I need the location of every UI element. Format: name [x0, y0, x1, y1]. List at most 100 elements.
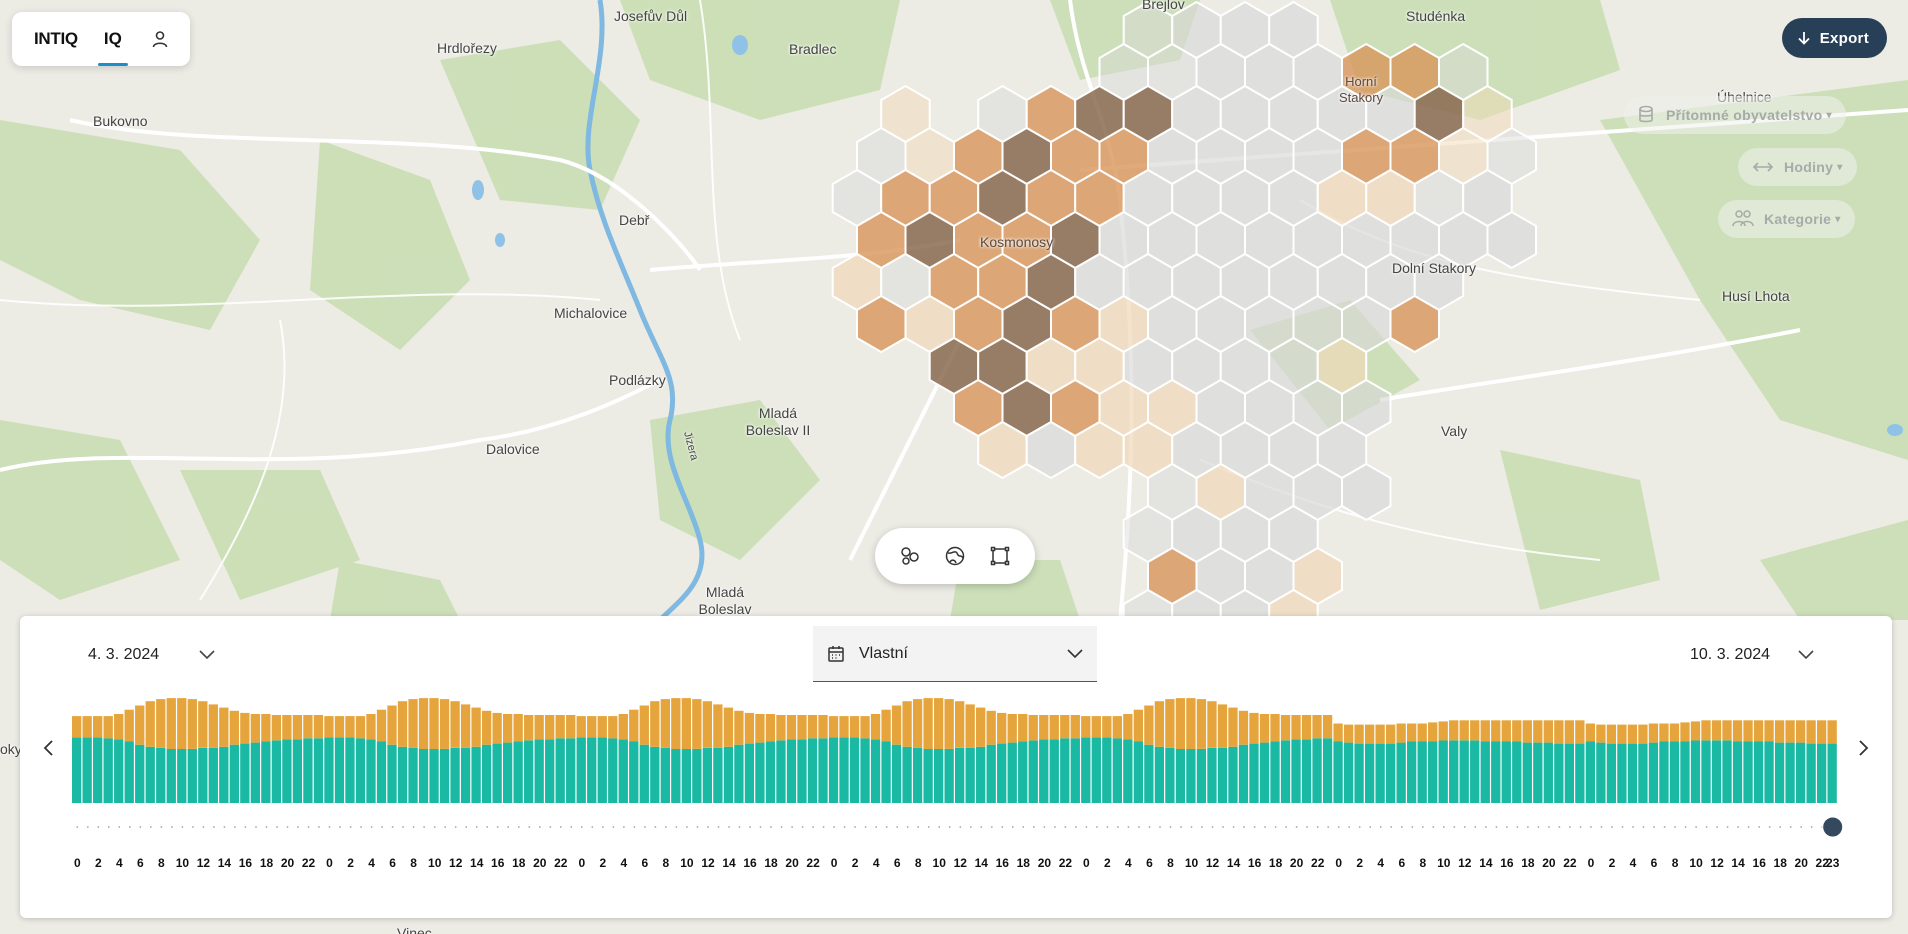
chart-bar-base[interactable] — [1396, 742, 1406, 803]
chart-bar-top[interactable] — [156, 699, 166, 748]
chart-bar-base[interactable] — [345, 737, 355, 803]
chart-bar-top[interactable] — [1060, 715, 1070, 739]
chart-bar-base[interactable] — [1732, 741, 1743, 804]
chart-bar-top[interactable] — [923, 698, 933, 749]
chart-bar-top[interactable] — [1039, 715, 1049, 740]
chart-bar-base[interactable] — [1249, 743, 1259, 803]
chart-bar-top[interactable] — [1018, 714, 1028, 742]
chart-bar-top[interactable] — [955, 701, 965, 748]
chart-bar-top[interactable] — [240, 712, 250, 744]
export-button[interactable]: Export — [1781, 18, 1887, 58]
chart-bar-top[interactable] — [124, 709, 134, 742]
chart-bar-base[interactable] — [1669, 741, 1680, 804]
chart-bar-top[interactable] — [103, 716, 113, 739]
chart-bar-base[interactable] — [1238, 744, 1249, 803]
chart-bar-top[interactable] — [576, 716, 586, 738]
chart-bar-top[interactable] — [555, 715, 565, 739]
chart-bar-base[interactable] — [1522, 742, 1532, 803]
chart-bar-base[interactable] — [1491, 741, 1501, 804]
chart-bar-top[interactable] — [145, 701, 155, 747]
chart-bar-base[interactable] — [1701, 740, 1711, 804]
chart-bar-base[interactable] — [534, 739, 544, 803]
chart-bar-base[interactable] — [955, 747, 965, 803]
chart-bar-base[interactable] — [1186, 748, 1196, 803]
chart-bar-top[interactable] — [1470, 720, 1480, 741]
chart-bar-base[interactable] — [240, 743, 250, 803]
chart-bar-base[interactable] — [1585, 741, 1596, 804]
chart-bar-top[interactable] — [1228, 707, 1238, 747]
granularity-filter[interactable]: Hodiny ▾ — [1738, 148, 1857, 186]
chart-bar-top[interactable] — [355, 716, 366, 739]
chart-bar-base[interactable] — [828, 737, 839, 803]
chart-bar-base[interactable] — [807, 738, 818, 803]
chart-bar-base[interactable] — [439, 748, 450, 803]
chart-bar-base[interactable] — [765, 741, 776, 804]
chart-bar-base[interactable] — [1333, 741, 1343, 804]
chart-bar-base[interactable] — [366, 739, 376, 803]
chart-bar-top[interactable] — [439, 699, 450, 749]
chart-bar-top[interactable] — [1259, 714, 1270, 743]
chart-bar-base[interactable] — [860, 738, 870, 803]
chart-bar-top[interactable] — [1081, 716, 1091, 738]
chart-bar-top[interactable] — [1459, 720, 1469, 741]
chart-bar-base[interactable] — [1322, 738, 1333, 803]
chart-bar-base[interactable] — [1165, 747, 1175, 803]
chart-bar-base[interactable] — [1753, 741, 1764, 804]
chart-bar-top[interactable] — [1049, 715, 1059, 740]
chart-bar-base[interactable] — [1543, 742, 1553, 803]
chart-bar-top[interactable] — [1249, 712, 1259, 744]
chart-bar-base[interactable] — [1512, 741, 1522, 804]
chart-bar-base[interactable] — [692, 748, 702, 803]
chart-bar-top[interactable] — [1491, 720, 1501, 742]
chart-bar-base[interactable] — [944, 748, 954, 803]
chart-bar-base[interactable] — [1480, 741, 1490, 804]
chart-bar-base[interactable] — [492, 743, 502, 803]
chart-bar-base[interactable] — [1007, 742, 1017, 803]
chart-bar-base[interactable] — [1564, 743, 1574, 803]
chart-bar-base[interactable] — [776, 740, 786, 804]
cluster-select-button[interactable] — [893, 539, 927, 573]
chart-bar-top[interactable] — [1795, 720, 1806, 743]
chart-bar-top[interactable] — [1575, 720, 1585, 744]
chart-bar-top[interactable] — [660, 699, 670, 748]
chart-bar-top[interactable] — [1364, 724, 1375, 744]
chart-bar-top[interactable] — [1280, 715, 1291, 741]
chart-bar-base[interactable] — [429, 748, 439, 803]
chart-bar-base[interactable] — [1816, 743, 1827, 803]
chart-bar-base[interactable] — [292, 739, 303, 803]
chart-bar-top[interactable] — [1270, 714, 1280, 742]
dataset-filter[interactable]: Přítomné obyvatelstvo ▾ — [1624, 96, 1846, 134]
chart-bar-top[interactable] — [734, 710, 744, 745]
chart-bar-base[interactable] — [818, 738, 828, 803]
chart-bar-top[interactable] — [965, 704, 975, 748]
chart-bar-base[interactable] — [1144, 744, 1154, 803]
chart-bar-base[interactable] — [912, 747, 923, 803]
chart-bar-base[interactable] — [1301, 739, 1312, 803]
chart-bar-base[interactable] — [460, 747, 471, 803]
chart-bar-top[interactable] — [135, 705, 145, 745]
chart-bar-base[interactable] — [1743, 741, 1753, 804]
chart-bar-base[interactable] — [1827, 743, 1837, 803]
chart-bar-top[interactable] — [397, 701, 408, 747]
chart-bar-top[interactable] — [1753, 720, 1764, 742]
tab-iq[interactable]: IQ — [90, 12, 136, 66]
chart-bar-base[interactable] — [566, 738, 576, 803]
chart-bar-top[interactable] — [1743, 720, 1753, 742]
chart-bar-top[interactable] — [1690, 721, 1701, 741]
chart-bar-base[interactable] — [376, 741, 387, 804]
chart-bar-base[interactable] — [1270, 741, 1280, 804]
chart-bar-base[interactable] — [1312, 738, 1322, 803]
chart-bar-top[interactable] — [912, 699, 923, 748]
chart-bar-base[interactable] — [976, 746, 986, 803]
chart-bar-top[interactable] — [303, 715, 313, 739]
chart-bar-base[interactable] — [481, 744, 492, 803]
time-slider-handle[interactable] — [1822, 816, 1844, 838]
chart-bar-base[interactable] — [681, 748, 691, 803]
chart-bar-top[interactable] — [1638, 724, 1648, 744]
chart-bar-top[interactable] — [1764, 720, 1774, 742]
chart-bar-top[interactable] — [229, 710, 239, 745]
chart-bar-top[interactable] — [1417, 723, 1427, 742]
chart-bar-base[interactable] — [870, 739, 881, 803]
chart-bar-base[interactable] — [1617, 743, 1627, 803]
intiq-logo[interactable]: INTIQ — [22, 29, 90, 49]
